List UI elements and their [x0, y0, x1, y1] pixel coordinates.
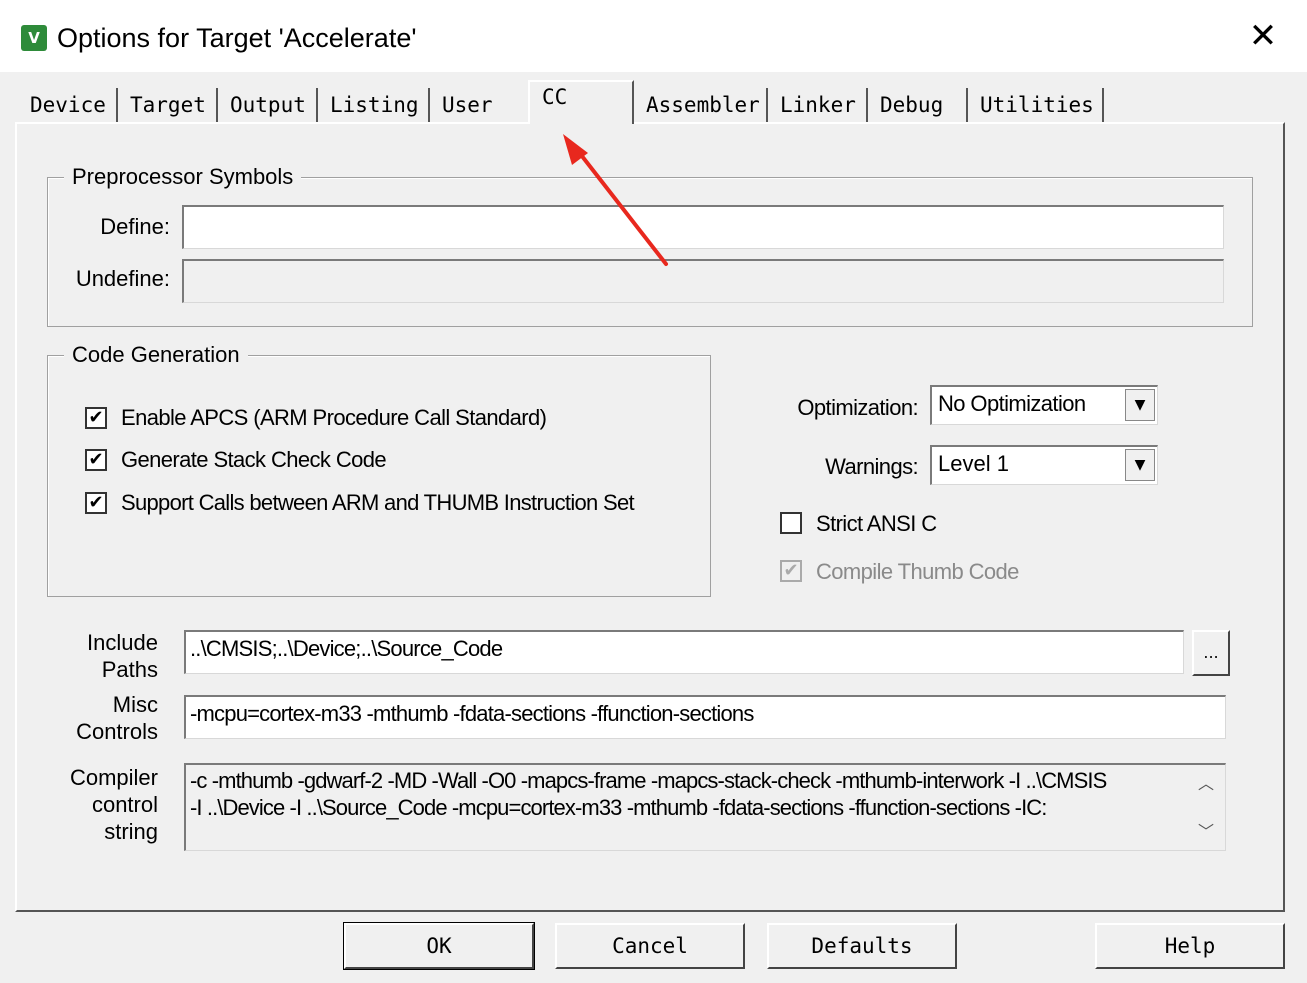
close-icon[interactable]: ✕	[1243, 18, 1283, 54]
tab-utilities[interactable]: Utilities	[968, 88, 1104, 122]
misc-controls-label-line2: Controls	[76, 719, 158, 744]
cancel-button[interactable]: Cancel	[555, 923, 745, 969]
strict-ansi-checkbox[interactable]	[780, 512, 802, 534]
tab-listing[interactable]: Listing	[318, 88, 430, 122]
stack-check-checkbox[interactable]: ✔	[85, 449, 107, 471]
include-paths-label-line2: Paths	[101, 657, 158, 682]
tab-debug[interactable]: Debug	[868, 88, 968, 122]
stack-check-label: Generate Stack Check Code	[121, 447, 387, 472]
ok-button[interactable]: OK	[343, 922, 535, 970]
title-bar: V Options for Target 'Accelerate' ✕	[0, 0, 1307, 72]
compiler-control-label-line1: Compiler	[69, 765, 158, 790]
misc-controls-input[interactable]: -mcpu=cortex-m33 -mthumb -fdata-sections…	[184, 695, 1226, 739]
enable-apcs-checkbox[interactable]: ✔	[85, 407, 107, 429]
optimization-value: No Optimization	[938, 391, 1086, 416]
compiler-control-label-line2: control	[91, 792, 158, 817]
enable-apcs-label: Enable APCS (ARM Procedure Call Standard…	[121, 405, 547, 430]
scroll-down-icon[interactable]: ﹀	[1192, 818, 1220, 846]
code-generation-group: Code Generation	[47, 341, 711, 597]
optimization-label: Optimization:	[797, 395, 918, 420]
tab-linker[interactable]: Linker	[768, 88, 868, 122]
misc-controls-label: Misc Controls	[60, 691, 158, 745]
warnings-value: Level 1	[938, 451, 1009, 476]
define-label: Define:	[100, 214, 170, 239]
undefine-input[interactable]	[182, 259, 1224, 303]
warnings-label: Warnings:	[825, 454, 918, 479]
compiler-control-line1: -c -mthumb -gdwarf-2 -MD -Wall -O0 -mapc…	[190, 768, 1107, 793]
tab-output[interactable]: Output	[218, 88, 318, 122]
tab-device[interactable]: Device	[18, 88, 118, 122]
chevron-down-icon[interactable]: ▼	[1125, 449, 1155, 481]
scroll-up-icon[interactable]: ︿	[1192, 770, 1220, 798]
define-input[interactable]	[182, 205, 1224, 249]
misc-controls-label-line1: Misc	[112, 692, 158, 717]
help-button[interactable]: Help	[1095, 923, 1285, 969]
compile-thumb-label: Compile Thumb Code	[816, 559, 1019, 584]
arm-thumb-interwork-label: Support Calls between ARM and THUMB Inst…	[121, 490, 635, 515]
include-paths-label-line1: Include	[87, 630, 158, 655]
browse-include-paths-button[interactable]: ...	[1192, 630, 1230, 676]
window-title: Options for Target 'Accelerate'	[57, 23, 417, 53]
preprocessor-symbols-label: Preprocessor Symbols	[64, 163, 302, 191]
compiler-control-label-line3: string	[104, 819, 158, 844]
chevron-down-icon[interactable]: ▼	[1125, 389, 1155, 421]
tab-strip: Device Target Output Listing User CC Ass…	[18, 80, 1307, 124]
warnings-select[interactable]: Level 1 ▼	[930, 445, 1158, 485]
defaults-button[interactable]: Defaults	[767, 923, 957, 969]
preprocessor-symbols-group: Preprocessor Symbols	[47, 163, 1253, 327]
compiler-control-string[interactable]: -c -mthumb -gdwarf-2 -MD -Wall -O0 -mapc…	[184, 763, 1226, 851]
compiler-control-line2: -I ..\Device -I ..\Source_Code -mcpu=cor…	[190, 795, 1047, 820]
code-generation-label: Code Generation	[64, 341, 248, 369]
tab-assembler[interactable]: Assembler	[634, 88, 768, 122]
tab-target[interactable]: Target	[118, 88, 218, 122]
include-paths-input[interactable]: ..\CMSIS;..\Device;..\Source_Code	[184, 630, 1184, 674]
optimization-select[interactable]: No Optimization ▼	[930, 385, 1158, 425]
arm-thumb-interwork-checkbox[interactable]: ✔	[85, 492, 107, 514]
tab-cc[interactable]: CC	[528, 80, 634, 124]
strict-ansi-label: Strict ANSI C	[816, 511, 937, 536]
include-paths-label: Include Paths	[60, 629, 158, 683]
compile-thumb-checkbox[interactable]: ✔	[780, 560, 802, 582]
tab-user[interactable]: User	[430, 88, 528, 122]
keil-app-icon: V	[21, 25, 47, 51]
undefine-label: Undefine:	[75, 266, 170, 291]
compiler-control-label: Compiler control string	[60, 764, 158, 845]
